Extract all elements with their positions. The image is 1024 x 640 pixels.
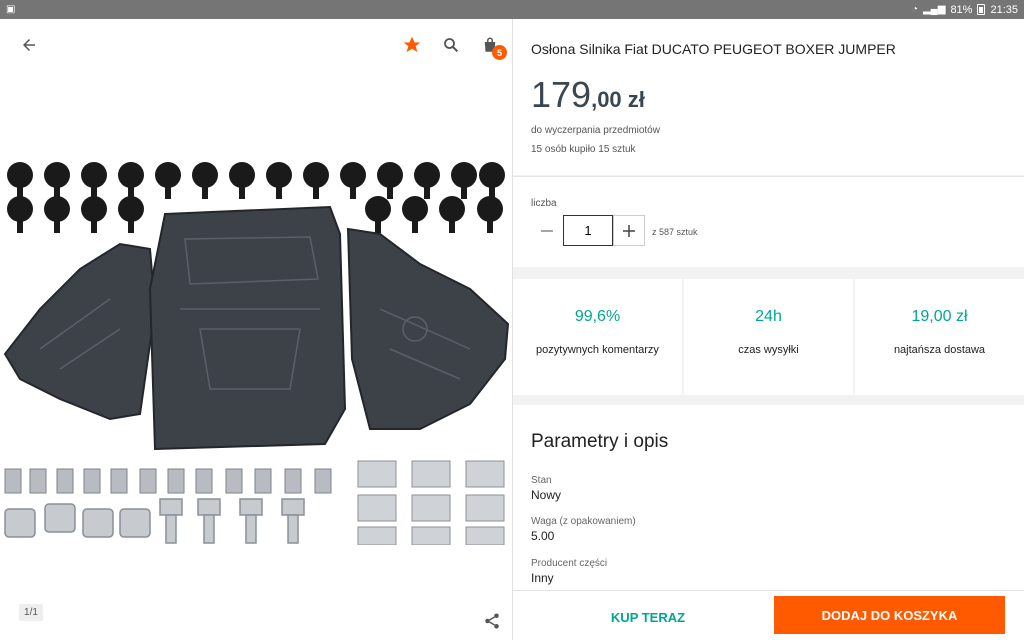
product-image[interactable] xyxy=(0,159,512,545)
product-gallery: 5 1/1 xyxy=(0,19,512,640)
quantity-section: liczba z 587 sztuk xyxy=(513,176,1024,267)
clips-row-1 xyxy=(7,162,505,199)
cart-button[interactable]: 5 xyxy=(474,29,507,61)
gallery-notification-icon: ▣ xyxy=(6,4,16,15)
params-title: Parametry i opis xyxy=(531,431,669,452)
clamps-row xyxy=(4,468,332,494)
product-title: Osłona Silnika Fiat DUCATO PEUGEOT BOXER… xyxy=(531,41,896,57)
param-label-manufacturer: Producent części xyxy=(531,558,608,569)
sold-info-text: 15 osób kupiło 15 sztuk xyxy=(531,144,636,155)
engine-cover-panels xyxy=(3,205,510,451)
price-decimal: ,00 zł xyxy=(591,87,645,112)
seller-stats: 99,6% pozytywnych komentarzy 24h czas wy… xyxy=(513,279,1024,395)
product-summary: Osłona Silnika Fiat DUCATO PEUGEOT BOXER… xyxy=(513,19,1024,175)
quantity-input[interactable] xyxy=(563,215,613,246)
cart-count-badge: 5 xyxy=(492,45,507,60)
increase-quantity-button[interactable] xyxy=(613,215,645,246)
quantity-label: liczba xyxy=(531,198,557,209)
buy-now-button[interactable]: KUP TERAZ xyxy=(573,599,723,635)
back-button[interactable] xyxy=(13,29,45,61)
wifi-icon: ◔ xyxy=(911,4,918,15)
param-label-condition: Stan xyxy=(531,475,552,486)
stat-value: 99,6% xyxy=(574,308,621,325)
minus-icon xyxy=(541,229,553,232)
search-button[interactable] xyxy=(435,29,467,61)
stat-value: 24h xyxy=(755,308,782,325)
share-button[interactable] xyxy=(476,605,508,637)
battery-percent: 81% xyxy=(950,3,973,16)
params-section: Parametry i opis Stan Nowy Waga (z opako… xyxy=(513,405,1024,605)
signal-icon: ▂▄▆ xyxy=(922,4,946,15)
action-bar: KUP TERAZ DODAJ DO KOSZYKA xyxy=(513,590,1024,640)
decrease-quantity-button[interactable] xyxy=(531,215,563,246)
clock: 21:35 xyxy=(990,3,1018,16)
image-pager: 1/1 xyxy=(19,604,43,621)
param-value-manufacturer: Inny xyxy=(531,571,554,585)
param-label-weight: Waga (z opakowaniem) xyxy=(531,516,636,527)
bolts xyxy=(4,498,305,544)
battery-icon xyxy=(977,4,986,15)
status-bar: ▣ ◔ ▂▄▆ 81% 21:35 xyxy=(0,0,1024,19)
stat-label: pozytywnych komentarzy xyxy=(536,344,659,356)
arrow-left-icon xyxy=(23,39,35,51)
stat-cheapest-delivery[interactable]: 19,00 zł najtańsza dostawa xyxy=(855,279,1024,395)
add-to-cart-button[interactable]: DODAJ DO KOSZYKA xyxy=(774,596,1005,634)
clips-grid xyxy=(357,460,505,545)
stat-value: 19,00 zł xyxy=(911,308,968,325)
price-integer: 179 xyxy=(531,74,592,115)
product-details: Osłona Silnika Fiat DUCATO PEUGEOT BOXER… xyxy=(513,19,1024,640)
plus-icon xyxy=(623,224,635,237)
availability-text: do wyczerpania przedmiotów xyxy=(531,125,660,136)
quantity-stepper xyxy=(531,215,645,246)
stock-count: z 587 sztuk xyxy=(652,227,698,237)
stat-label: czas wysyłki xyxy=(738,344,799,356)
stat-shipping-time[interactable]: 24h czas wysyłki xyxy=(684,279,853,395)
param-value-weight: 5.00 xyxy=(531,529,555,543)
search-icon xyxy=(444,38,459,53)
product-price: 179,00 zł xyxy=(531,74,645,116)
param-value-condition: Nowy xyxy=(531,488,562,502)
stat-positive-feedback[interactable]: 99,6% pozytywnych komentarzy xyxy=(513,279,682,395)
star-icon xyxy=(403,36,421,53)
stat-label: najtańsza dostawa xyxy=(893,344,986,356)
share-icon xyxy=(485,613,499,629)
top-app-bar: 5 xyxy=(0,19,512,71)
favorite-button[interactable] xyxy=(396,29,428,61)
